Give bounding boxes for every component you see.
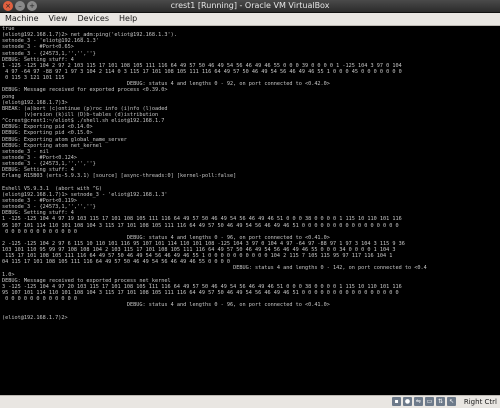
menu-help[interactable]: Help (114, 13, 142, 25)
title-bar[interactable]: × – + crest1 [Running] - Oracle VM Virtu… (0, 0, 500, 13)
console-line: DEBUG: status 4 and lengths 0 - 142, on … (2, 265, 427, 272)
menu-machine[interactable]: Machine (0, 13, 44, 25)
device-indicators: ▪ ● ⇋ ▭ ⇅ ↖ (392, 397, 456, 406)
window-title: crest1 [Running] - Oracle VM VirtualBox (170, 1, 330, 10)
network-icon[interactable]: ⇅ (436, 397, 445, 406)
virtualbox-window: × – + crest1 [Running] - Oracle VM Virtu… (0, 0, 500, 408)
shared-folder-icon[interactable]: ▭ (425, 397, 434, 406)
menu-bar: Machine View Devices Help (0, 13, 500, 26)
mouse-integration-icon[interactable]: ↖ (447, 397, 456, 406)
status-bar: ▪ ● ⇋ ▭ ⇅ ↖ Right Ctrl (0, 395, 500, 408)
optical-drive-icon[interactable]: ● (403, 397, 412, 406)
guest-console[interactable]: true (eliot@192.168.1.7)2> net_adm:ping('… (2, 26, 498, 395)
menu-devices[interactable]: Devices (72, 13, 114, 25)
hard-disk-icon[interactable]: ▪ (392, 397, 401, 406)
console-line: (eliot@192.168.1.7)2> (2, 314, 68, 321)
usb-icon[interactable]: ⇋ (414, 397, 423, 406)
menu-view[interactable]: View (44, 13, 73, 25)
host-key-label: Right Ctrl (463, 398, 497, 406)
